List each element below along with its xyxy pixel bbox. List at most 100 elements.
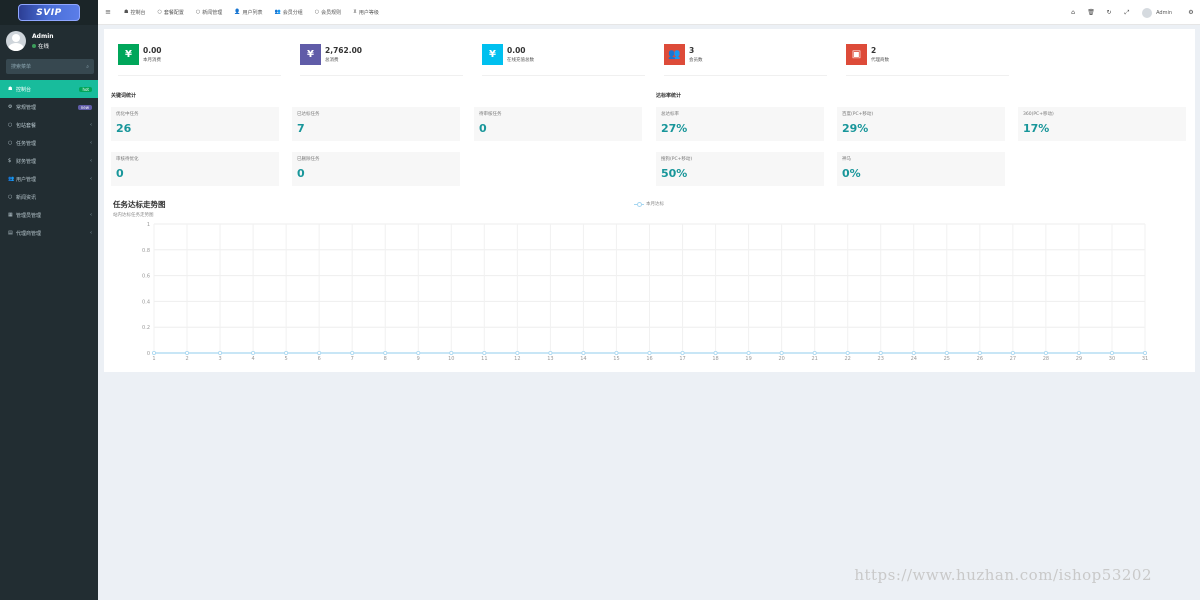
- data-point[interactable]: [152, 350, 157, 355]
- rate-stat-card-label: 总达标率: [661, 112, 679, 117]
- data-point[interactable]: [779, 350, 784, 355]
- keyword-stat-card-value: 0: [297, 167, 305, 180]
- fullscreen-icon[interactable]: ⤢: [1118, 9, 1136, 17]
- user-status-label: 在线: [38, 43, 50, 50]
- data-point[interactable]: [482, 350, 487, 355]
- data-point[interactable]: [185, 350, 190, 355]
- data-point[interactable]: [1010, 350, 1015, 355]
- keyword-stat-card-label: 审核待优化: [116, 157, 139, 162]
- menu-search-input[interactable]: 搜索菜单 ⌕: [6, 59, 94, 74]
- nav-tab-5[interactable]: 👥 会员分组: [269, 0, 309, 25]
- data-point[interactable]: [1143, 350, 1148, 355]
- sidebar-item-8[interactable]: ▦ 管理员管理 ‹: [0, 206, 98, 224]
- sidebar-item-label: 包站套餐: [16, 122, 37, 129]
- data-point[interactable]: [1109, 350, 1114, 355]
- data-point[interactable]: [515, 350, 520, 355]
- keyword-stat-card-label: 已删除任务: [297, 157, 320, 162]
- chevron-left-icon: ‹: [90, 212, 92, 218]
- stat-value: 2,762.00: [325, 46, 363, 55]
- stat-label: 总消费: [325, 58, 339, 63]
- nav-tab-7[interactable]: ⊻ 用户等级: [347, 0, 385, 25]
- sidebar-item-9[interactable]: ▤ 代理商管理 ‹: [0, 224, 98, 242]
- x-tick-label: 7: [351, 356, 354, 362]
- data-point[interactable]: [713, 350, 718, 355]
- data-point[interactable]: [746, 350, 751, 355]
- cogs-icon: ⚙: [8, 104, 13, 110]
- data-point[interactable]: [680, 350, 685, 355]
- x-tick-label: 21: [811, 356, 817, 362]
- nav-tab-label: 用户等级: [358, 9, 379, 16]
- list-icon: ▤: [8, 230, 13, 236]
- data-point[interactable]: [581, 350, 586, 355]
- data-point[interactable]: [911, 350, 916, 355]
- dashboard-panel: ¥0.00 本月消费 ¥2,762.00 总消费 ¥0.00 在线充值总数 👥 3 会员数 ▣ 2 代…: [104, 29, 1195, 372]
- admin-user-menu[interactable]: Admin: [1142, 7, 1172, 18]
- data-point[interactable]: [944, 350, 949, 355]
- home-icon[interactable]: ⌂: [1064, 9, 1082, 17]
- data-point[interactable]: [416, 350, 421, 355]
- admin-label: Admin: [1156, 9, 1172, 16]
- search-icon[interactable]: ⌕: [86, 64, 89, 70]
- logo[interactable]: SVIP: [18, 4, 80, 21]
- sidebar-item-7[interactable]: ○ 新闻资讯: [0, 188, 98, 206]
- x-tick-label: 31: [1142, 356, 1148, 362]
- dollar-icon: $: [8, 158, 12, 164]
- stat-value: 0.00: [507, 46, 526, 55]
- user-panel: Admin 在线: [0, 27, 98, 55]
- rate-stat-card-value: 29%: [842, 122, 869, 135]
- settings-icon[interactable]: ⚙: [1182, 9, 1200, 16]
- data-point[interactable]: [1043, 350, 1048, 355]
- data-point[interactable]: [350, 350, 355, 355]
- menu-toggle-icon[interactable]: ≡: [98, 8, 118, 16]
- nav-tab-4[interactable]: 👤 用户列表: [228, 0, 268, 25]
- chart-legend[interactable]: 本月达标: [634, 201, 664, 207]
- data-point[interactable]: [548, 350, 553, 355]
- sidebar-item-2[interactable]: ⚙ 常规管理 new: [0, 98, 98, 116]
- data-point[interactable]: [449, 350, 454, 355]
- sidebar-item-5[interactable]: $ 财务管理 ‹: [0, 152, 98, 170]
- data-point[interactable]: [218, 350, 223, 355]
- rate-stat-card: 搜狗(PC+移动) 50%: [656, 152, 824, 186]
- chevron-left-icon: ‹: [90, 230, 92, 236]
- nav-tab-2[interactable]: ○ 套餐配置: [152, 0, 190, 25]
- data-point[interactable]: [614, 350, 619, 355]
- refresh-icon[interactable]: ↻: [1100, 9, 1118, 17]
- nav-tab-label: 套餐配置: [163, 9, 184, 16]
- x-tick-label: 19: [745, 356, 751, 362]
- y-tick-label: 1: [147, 222, 150, 228]
- keyword-stat-card: 优化中任务 26: [111, 107, 279, 141]
- x-tick-label: 20: [778, 356, 784, 362]
- data-point[interactable]: [1076, 350, 1081, 355]
- data-point[interactable]: [251, 350, 256, 355]
- data-point[interactable]: [317, 350, 322, 355]
- x-tick-label: 13: [547, 356, 553, 362]
- nav-tab-label: 会员规则: [321, 9, 342, 16]
- data-point[interactable]: [647, 350, 652, 355]
- keyword-stat-card-value: 7: [297, 122, 305, 135]
- data-point[interactable]: [878, 350, 883, 355]
- sidebar-item-label: 用户管理: [16, 176, 37, 183]
- sidebar-item-4[interactable]: ○ 任务管理 ‹: [0, 134, 98, 152]
- sidebar-item-3[interactable]: ○ 包站套餐 ‹: [0, 116, 98, 134]
- logo-area[interactable]: SVIP: [0, 0, 98, 25]
- sidebar-item-6[interactable]: 👥 用户管理 ‹: [0, 170, 98, 188]
- menu-search-placeholder: 搜索菜单: [11, 64, 32, 70]
- users-icon: 👥: [664, 44, 685, 65]
- nav-tab-6[interactable]: ○ 会员规则: [309, 0, 347, 25]
- data-point[interactable]: [383, 350, 388, 355]
- sidebar-item-1[interactable]: ☗ 控制台 hot: [0, 80, 98, 98]
- data-point[interactable]: [845, 350, 850, 355]
- rate-stat-card: 360(PC+移动) 17%: [1018, 107, 1186, 141]
- sidebar-item-label: 代理商管理: [16, 230, 42, 237]
- keyword-stat-card: 待审核任务 0: [474, 107, 642, 141]
- dashboard-icon: ☗: [124, 9, 129, 15]
- trash-icon[interactable]: 🗑: [1082, 9, 1100, 17]
- data-point[interactable]: [284, 350, 289, 355]
- sidebar-badge: new: [77, 104, 92, 110]
- data-point[interactable]: [977, 350, 982, 355]
- nav-tab-1[interactable]: ☗ 控制台: [118, 0, 152, 25]
- stat-card: ¥2,762.00 总消费: [300, 44, 463, 76]
- nav-tab-3[interactable]: ○ 新闻管理: [190, 0, 228, 25]
- watermark: https://www.huzhan.com/ishop53202: [854, 566, 1152, 584]
- data-point[interactable]: [812, 350, 817, 355]
